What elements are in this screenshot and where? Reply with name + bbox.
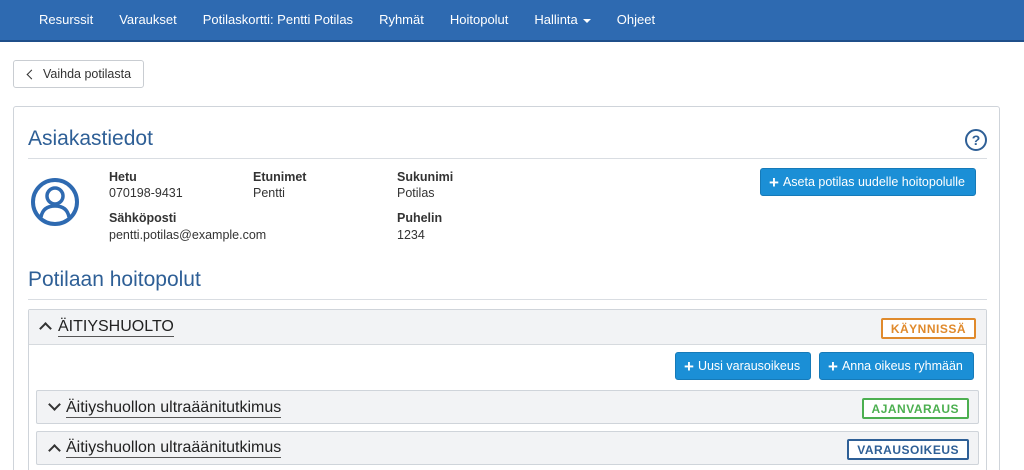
pathway-group-title[interactable]: ÄITIYSHUOLTO (58, 318, 174, 337)
new-reservation-right-button[interactable]: + Uusi varausoikeus (675, 352, 812, 380)
assign-new-pathway-label: Aseta potilas uudelle hoitopolulle (782, 175, 966, 189)
customer-info-title: Asiakastiedot (28, 127, 153, 150)
give-group-right-button[interactable]: + Anna oikeus ryhmään (819, 352, 974, 380)
nav-potilaskortti[interactable]: Potilaskortti: Pentti Potilas (190, 0, 366, 40)
new-reservation-right-label: Uusi varausoikeus (697, 359, 801, 373)
change-patient-button[interactable]: Vaihda potilasta (13, 60, 145, 88)
chevron-left-icon (26, 69, 37, 79)
divider (28, 158, 987, 159)
divider (28, 299, 987, 300)
status-badge: VARAUSOIKEUS (847, 439, 969, 460)
last-name-label: Sukunimi (397, 170, 454, 184)
chevron-down-icon[interactable] (48, 398, 61, 411)
pathway-item[interactable]: Äitiyshuollon ultraäänitutkimus AJANVARA… (36, 390, 979, 424)
help-icon[interactable]: ? (965, 129, 987, 151)
hetu-value: 070198-9431 (109, 186, 183, 200)
email-value: pentti.potilas@example.com (109, 228, 267, 242)
caret-down-icon (582, 18, 591, 23)
user-avatar-icon (31, 178, 79, 226)
last-name-value: Potilas (397, 186, 435, 200)
hetu-label: Hetu (109, 170, 137, 184)
nav-hallinta-label: Hallinta (534, 12, 578, 27)
nav-varaukset[interactable]: Varaukset (106, 0, 190, 40)
status-badge: AJANVARAUS (861, 398, 969, 419)
give-group-right-label: Anna oikeus ryhmään (841, 359, 963, 373)
first-names-value: Pentti (253, 186, 285, 200)
change-patient-label: Vaihda potilasta (43, 67, 132, 81)
patient-panel: Asiakastiedot ? Hetu 070198-9431 Etunime… (13, 106, 1000, 470)
nav-hallinta-dropdown[interactable]: Hallinta (521, 0, 603, 40)
patient-pathways-title: Potilaan hoitopolut (28, 268, 201, 291)
nav-hoitopolut[interactable]: Hoitopolut (437, 0, 522, 40)
email-label: Sähköposti (109, 211, 177, 225)
top-navbar: Resurssit Varaukset Potilaskortti: Pentt… (0, 0, 1024, 42)
pathway-group: ÄITIYSHUOLTO KÄYNNISSÄ + Uusi varausoike… (28, 309, 987, 470)
nav-ryhmat[interactable]: Ryhmät (366, 0, 437, 40)
pathway-item-title[interactable]: Äitiyshuollon ultraäänitutkimus (66, 439, 282, 458)
first-names-label: Etunimet (253, 170, 307, 184)
plus-icon: + (684, 356, 694, 376)
chevron-up-icon[interactable] (39, 322, 52, 335)
plus-icon: + (769, 172, 779, 192)
nav-resurssit[interactable]: Resurssit (26, 0, 106, 40)
assign-new-pathway-button[interactable]: + Aseta potilas uudelle hoitopolulle (760, 168, 977, 196)
pathway-item[interactable]: Äitiyshuollon ultraäänitutkimus VARAUSOI… (36, 431, 979, 465)
status-badge: KÄYNNISSÄ (880, 318, 976, 339)
chevron-up-icon[interactable] (48, 444, 61, 457)
nav-ohjeet[interactable]: Ohjeet (604, 0, 668, 40)
pathway-group-header[interactable]: ÄITIYSHUOLTO KÄYNNISSÄ (29, 310, 986, 345)
phone-value: 1234 (397, 228, 425, 242)
pathway-item-title[interactable]: Äitiyshuollon ultraäänitutkimus (66, 399, 282, 418)
phone-label: Puhelin (397, 211, 443, 225)
plus-icon: + (828, 356, 838, 376)
